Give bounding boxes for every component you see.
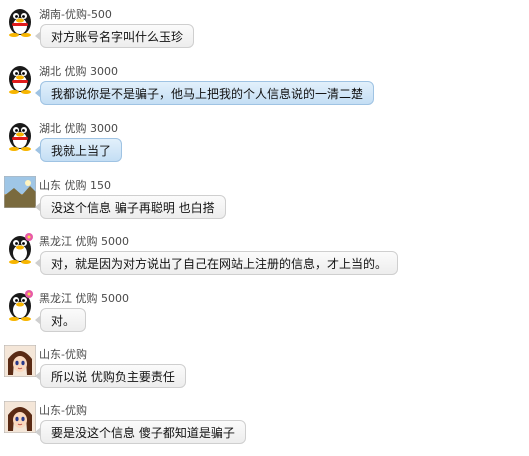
chat-message: 湖南-优购-500 对方账号名字叫什么玉珍 xyxy=(0,4,529,60)
qq-penguin-flower-icon[interactable] xyxy=(4,232,36,264)
message-bubble: 对方账号名字叫什么玉珍 xyxy=(34,24,195,48)
sender-label: 黑龙江 优购 5000 xyxy=(39,292,129,305)
landscape-avatar-icon[interactable] xyxy=(4,176,36,208)
sender-label: 山东 优购 150 xyxy=(39,179,111,192)
sender-label: 山东-优购 xyxy=(39,404,87,417)
qq-penguin-flower-icon[interactable] xyxy=(4,289,36,321)
chat-message: 黑龙江 优购 5000 对，就是因为对方说出了自己在网站上注册的信息，才上当的。 xyxy=(0,231,529,287)
qq-penguin-icon[interactable] xyxy=(4,119,36,151)
message-bubble: 所以说 优购负主要责任 xyxy=(35,364,186,388)
chat-log: 湖南-优购-500 对方账号名字叫什么玉珍 湖北 优购 3000 我都说你是不是… xyxy=(0,0,529,444)
qq-penguin-icon[interactable] xyxy=(4,62,36,94)
chat-message: 山东-优购 所以说 优购负主要责任 xyxy=(0,344,529,400)
message-bubble: 没这个信息 骗子再聪明 也白搭 xyxy=(35,195,226,219)
sender-label: 湖南-优购-500 xyxy=(39,8,112,21)
qq-penguin-icon[interactable] xyxy=(4,5,36,37)
message-bubble: 要是没这个信息 傻子都知道是骗子 xyxy=(35,420,246,444)
chat-message: 山东-优购 要是没这个信息 傻子都知道是骗子 xyxy=(0,400,529,456)
sender-label: 湖北 优购 3000 xyxy=(39,65,118,78)
chat-message: 黑龙江 优购 5000 对。 xyxy=(0,288,529,344)
anime-girl-avatar-icon[interactable] xyxy=(4,401,36,433)
anime-girl-avatar-icon[interactable] xyxy=(4,345,36,377)
chat-message: 山东 优购 150 没这个信息 骗子再聪明 也白搭 xyxy=(0,175,529,231)
message-bubble: 我就上当了 xyxy=(34,138,123,162)
sender-label: 黑龙江 优购 5000 xyxy=(39,235,129,248)
message-bubble: 对。 xyxy=(34,308,87,332)
message-bubble: 我都说你是不是骗子，他马上把我的个人信息说的一清二楚 xyxy=(34,81,375,105)
message-bubble: 对，就是因为对方说出了自己在网站上注册的信息，才上当的。 xyxy=(34,251,399,275)
chat-message: 湖北 优购 3000 我都说你是不是骗子，他马上把我的个人信息说的一清二楚 xyxy=(0,61,529,117)
sender-label: 湖北 优购 3000 xyxy=(39,122,118,135)
sender-label: 山东-优购 xyxy=(39,348,87,361)
chat-message: 湖北 优购 3000 我就上当了 xyxy=(0,118,529,174)
